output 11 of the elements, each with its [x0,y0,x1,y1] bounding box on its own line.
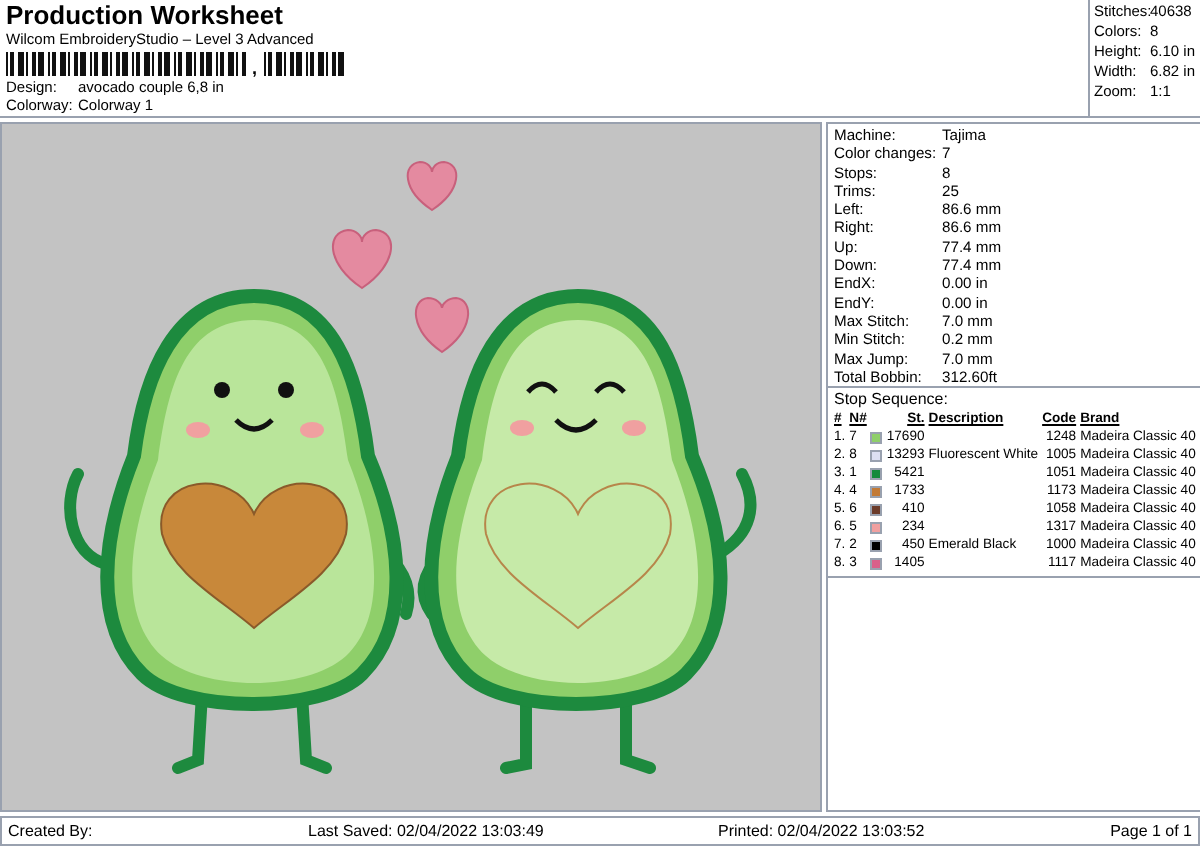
heart-icon [331,229,393,289]
section-title: Stop Sequence: [832,388,950,411]
page-number: Page 1 of 1 [1110,820,1192,844]
barcode-drawing [263,52,344,76]
heart-icon [406,161,458,211]
created-by-label: Created By: [8,820,95,844]
last-saved-text: Last Saved: 02/04/2022 13:03:49 [308,820,546,844]
worksheet-title: Production Worksheet [6,0,285,30]
barcode-mark: , [252,60,258,76]
printed-text: Printed: 02/04/2022 13:03:52 [718,820,927,844]
heart-icon [414,297,470,353]
